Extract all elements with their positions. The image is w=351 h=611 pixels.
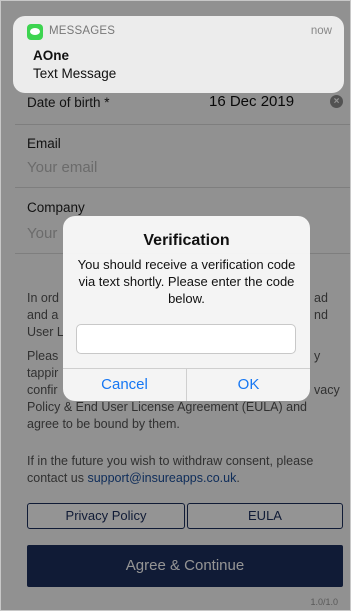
- app-screen: Date of birth * 16 Dec 2019 × Email Your…: [0, 0, 351, 611]
- notification-body: Text Message: [33, 66, 117, 81]
- verification-code-input[interactable]: [76, 324, 296, 354]
- message-notification[interactable]: MESSAGES now AOne Text Message: [13, 16, 344, 93]
- notification-app-name: MESSAGES: [49, 25, 116, 37]
- verification-dialog: Verification You should receive a verifi…: [63, 216, 310, 401]
- messages-icon: [27, 24, 43, 40]
- notification-sender: AOne: [33, 48, 70, 63]
- dialog-message: You should receive a verification code v…: [77, 257, 296, 306]
- notification-time: now: [310, 25, 332, 37]
- cancel-button[interactable]: Cancel: [63, 368, 186, 401]
- dialog-title: Verification: [143, 232, 230, 249]
- ok-button[interactable]: OK: [187, 368, 310, 401]
